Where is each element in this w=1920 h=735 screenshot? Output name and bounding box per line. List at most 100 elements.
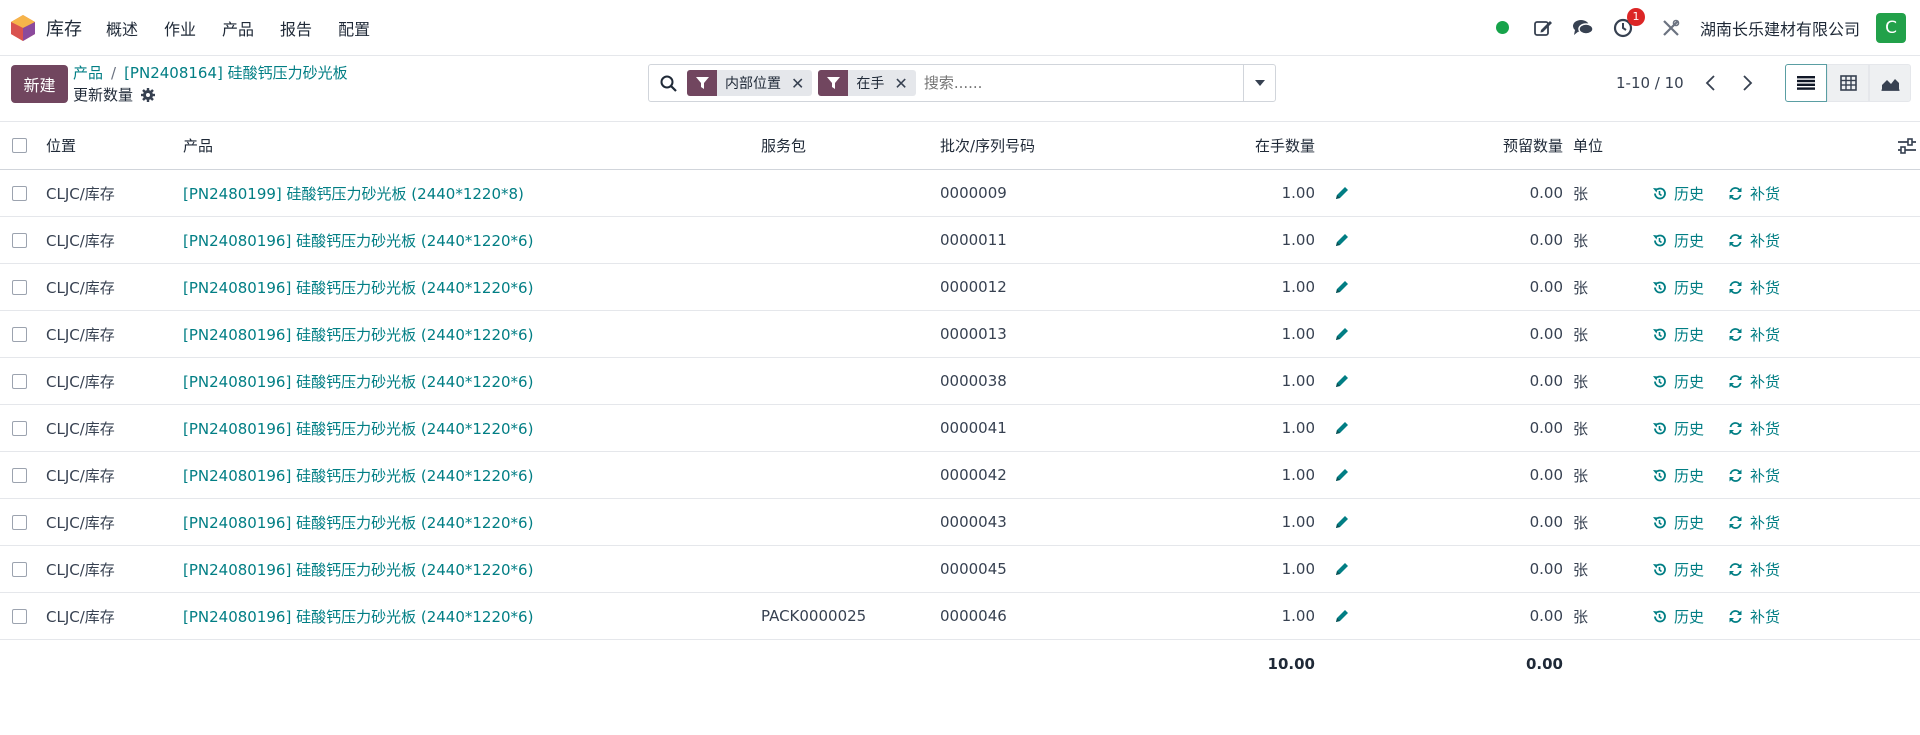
on-hand-quantity[interactable]: 1.00 <box>1200 358 1315 404</box>
menu-products[interactable]: 产品 <box>222 16 254 40</box>
edit-quantity-button[interactable] <box>1334 264 1350 310</box>
column-header-package[interactable]: 服务包 <box>761 122 806 169</box>
row-checkbox[interactable] <box>12 608 27 624</box>
row-checkbox[interactable] <box>12 279 27 295</box>
replenish-button[interactable]: 补货 <box>1728 546 1780 592</box>
table-row[interactable]: CLJC/库存 [PN24080196] 硅酸钙压力砂光板 (2440*1220… <box>0 217 1920 264</box>
menu-configuration[interactable]: 配置 <box>338 16 370 40</box>
graph-view-button[interactable] <box>1869 64 1911 102</box>
edit-quantity-button[interactable] <box>1334 499 1350 545</box>
app-name[interactable]: 库存 <box>46 15 82 41</box>
history-button[interactable]: 历史 <box>1652 311 1704 357</box>
on-hand-quantity[interactable]: 1.00 <box>1200 264 1315 310</box>
breadcrumb-current-product[interactable]: [PN2408164] 硅酸钙压力砂光板 <box>124 64 348 82</box>
table-row[interactable]: CLJC/库存 [PN24080196] 硅酸钙压力砂光板 (2440*1220… <box>0 593 1920 640</box>
product-link[interactable]: [PN24080196] 硅酸钙压力砂光板 (2440*1220*6) <box>183 452 533 498</box>
edit-quantity-button[interactable] <box>1334 593 1350 639</box>
chat-icon[interactable] <box>1570 15 1596 41</box>
table-row[interactable]: CLJC/库存 [PN24080196] 硅酸钙压力砂光板 (2440*1220… <box>0 264 1920 311</box>
history-button[interactable]: 历史 <box>1652 358 1704 404</box>
search-options-toggle[interactable] <box>1243 65 1275 101</box>
history-button[interactable]: 历史 <box>1652 593 1704 639</box>
menu-overview[interactable]: 概述 <box>106 16 138 40</box>
activity-clock-icon[interactable]: 1 <box>1610 7 1645 41</box>
edit-quantity-button[interactable] <box>1334 452 1350 498</box>
edit-quantity-button[interactable] <box>1334 358 1350 404</box>
list-view-button[interactable] <box>1785 64 1827 102</box>
column-header-location[interactable]: 位置 <box>46 122 76 169</box>
company-switcher[interactable]: 湖南长乐建材有限公司 <box>1700 16 1860 40</box>
row-checkbox[interactable] <box>12 185 27 201</box>
history-button[interactable]: 历史 <box>1652 405 1704 451</box>
product-link[interactable]: [PN24080196] 硅酸钙压力砂光板 (2440*1220*6) <box>183 358 533 404</box>
edit-quantity-button[interactable] <box>1334 405 1350 451</box>
compose-icon[interactable] <box>1530 15 1556 41</box>
user-avatar[interactable]: C <box>1876 12 1906 43</box>
on-hand-quantity[interactable]: 1.00 <box>1200 452 1315 498</box>
row-checkbox[interactable] <box>12 232 27 248</box>
table-row[interactable]: CLJC/库存 [PN24080196] 硅酸钙压力砂光板 (2440*1220… <box>0 546 1920 593</box>
column-header-on-hand[interactable]: 在手数量 <box>1200 122 1315 169</box>
menu-operations[interactable]: 作业 <box>164 16 196 40</box>
edit-quantity-button[interactable] <box>1334 217 1350 263</box>
new-button[interactable]: 新建 <box>11 65 68 103</box>
history-button[interactable]: 历史 <box>1652 452 1704 498</box>
product-link[interactable]: [PN24080196] 硅酸钙压力砂光板 (2440*1220*6) <box>183 546 533 592</box>
row-checkbox[interactable] <box>12 420 27 436</box>
debug-tools-icon[interactable] <box>1658 15 1684 41</box>
column-header-lot[interactable]: 批次/序列号码 <box>940 122 1035 169</box>
history-button[interactable]: 历史 <box>1652 499 1704 545</box>
history-button[interactable]: 历史 <box>1652 170 1704 216</box>
replenish-button[interactable]: 补货 <box>1728 264 1780 310</box>
replenish-button[interactable]: 补货 <box>1728 217 1780 263</box>
replenish-button[interactable]: 补货 <box>1728 358 1780 404</box>
row-checkbox[interactable] <box>12 467 27 483</box>
chevron-left-icon[interactable] <box>1702 74 1720 92</box>
on-hand-quantity[interactable]: 1.00 <box>1200 170 1315 216</box>
column-header-reserved[interactable]: 预留数量 <box>1460 122 1563 169</box>
search-input[interactable] <box>921 73 1243 93</box>
remove-facet-close-icon[interactable]: ✕ <box>890 74 915 93</box>
select-all-checkbox[interactable] <box>12 138 27 153</box>
column-header-uom[interactable]: 单位 <box>1573 122 1603 169</box>
edit-quantity-button[interactable] <box>1334 170 1350 216</box>
row-checkbox[interactable] <box>12 561 27 577</box>
table-row[interactable]: CLJC/库存 [PN24080196] 硅酸钙压力砂光板 (2440*1220… <box>0 452 1920 499</box>
remove-facet-close-icon[interactable]: ✕ <box>787 74 812 93</box>
replenish-button[interactable]: 补货 <box>1728 405 1780 451</box>
replenish-button[interactable]: 补货 <box>1728 452 1780 498</box>
row-checkbox[interactable] <box>12 373 27 389</box>
pager-value[interactable]: 1-10 / 10 <box>1616 74 1684 92</box>
product-link[interactable]: [PN24080196] 硅酸钙压力砂光板 (2440*1220*6) <box>183 264 533 310</box>
on-hand-quantity[interactable]: 1.00 <box>1200 311 1315 357</box>
on-hand-quantity[interactable]: 1.00 <box>1200 405 1315 451</box>
history-button[interactable]: 历史 <box>1652 217 1704 263</box>
table-row[interactable]: CLJC/库存 [PN24080196] 硅酸钙压力砂光板 (2440*1220… <box>0 358 1920 405</box>
product-link[interactable]: [PN24080196] 硅酸钙压力砂光板 (2440*1220*6) <box>183 311 533 357</box>
breadcrumb-products-link[interactable]: 产品 <box>73 64 103 82</box>
inventory-app-icon[interactable] <box>10 14 36 42</box>
menu-reporting[interactable]: 报告 <box>280 16 312 40</box>
on-hand-quantity[interactable]: 1.00 <box>1200 593 1315 639</box>
replenish-button[interactable]: 补货 <box>1728 499 1780 545</box>
replenish-button[interactable]: 补货 <box>1728 170 1780 216</box>
product-link[interactable]: [PN24080196] 硅酸钙压力砂光板 (2440*1220*6) <box>183 593 533 639</box>
status-indicator[interactable] <box>1490 15 1516 41</box>
on-hand-quantity[interactable]: 1.00 <box>1200 217 1315 263</box>
edit-quantity-button[interactable] <box>1334 546 1350 592</box>
table-row[interactable]: CLJC/库存 [PN24080196] 硅酸钙压力砂光板 (2440*1220… <box>0 311 1920 358</box>
gear-icon[interactable] <box>141 87 156 102</box>
edit-quantity-button[interactable] <box>1334 311 1350 357</box>
history-button[interactable]: 历史 <box>1652 264 1704 310</box>
on-hand-quantity[interactable]: 1.00 <box>1200 499 1315 545</box>
replenish-button[interactable]: 补货 <box>1728 593 1780 639</box>
chevron-right-icon[interactable] <box>1738 74 1756 92</box>
row-checkbox[interactable] <box>12 326 27 342</box>
product-link[interactable]: [PN2480199] 硅酸钙压力砂光板 (2440*1220*8) <box>183 170 524 216</box>
product-link[interactable]: [PN24080196] 硅酸钙压力砂光板 (2440*1220*6) <box>183 405 533 451</box>
pivot-view-button[interactable] <box>1827 64 1869 102</box>
table-row[interactable]: CLJC/库存 [PN2480199] 硅酸钙压力砂光板 (2440*1220*… <box>0 170 1920 217</box>
history-button[interactable]: 历史 <box>1652 546 1704 592</box>
product-link[interactable]: [PN24080196] 硅酸钙压力砂光板 (2440*1220*6) <box>183 217 533 263</box>
search-icon[interactable] <box>649 75 687 92</box>
